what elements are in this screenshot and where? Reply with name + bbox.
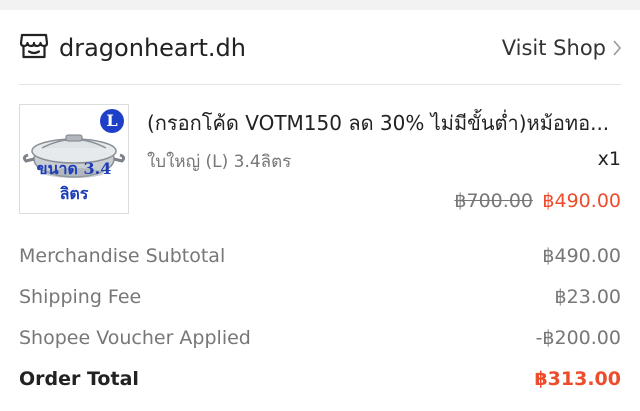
chevron-right-icon (612, 34, 622, 62)
product-quantity: x1 (597, 148, 621, 170)
shop-icon (19, 32, 49, 60)
summary-value: ฿23.00 (554, 286, 621, 308)
summary-row-voucher: Shopee Voucher Applied -฿200.00 (19, 318, 621, 359)
summary-value: -฿200.00 (535, 327, 621, 349)
product-title[interactable]: (กรอกโค้ด VOTM150 ลด 30% ไม่มีขั้นต่ำ)หม… (147, 107, 621, 139)
summary-label: Shopee Voucher Applied (19, 327, 251, 349)
summary-row-shipping: Shipping Fee ฿23.00 (19, 277, 621, 318)
order-total-value: ฿313.00 (534, 368, 621, 390)
shop-name[interactable]: dragonheart.dh (59, 34, 246, 62)
size-badge: L (100, 109, 124, 133)
top-separator-band (0, 0, 640, 10)
visit-shop-label: Visit Shop (501, 36, 606, 60)
visit-shop-link[interactable]: Visit Shop (502, 34, 622, 62)
summary-label: Shipping Fee (19, 286, 142, 308)
shop-header: dragonheart.dh Visit Shop (0, 10, 640, 84)
thumbnail-caption: ขนาด 3.4 ลิตร (36, 159, 112, 203)
order-total-label: Order Total (19, 368, 139, 390)
product-thumbnail[interactable]: L ขนาด 3.4 ลิตร (19, 104, 129, 214)
summary-label: Merchandise Subtotal (19, 245, 226, 267)
summary-row-subtotal: Merchandise Subtotal ฿490.00 (19, 236, 621, 277)
order-summary: Merchandise Subtotal ฿490.00 Shipping Fe… (19, 236, 621, 400)
product-item[interactable]: L ขนาด 3.4 ลิตร (กรอกโค้ด VOTM150 ลด 30%… (0, 85, 640, 225)
summary-row-total: Order Total ฿313.00 (19, 359, 621, 400)
original-price: ฿700.00 (454, 190, 533, 212)
product-variant: ใบใหญ่ (L) 3.4ลิตร (147, 152, 292, 172)
sale-price: ฿490.00 (542, 190, 621, 212)
summary-value: ฿490.00 (542, 245, 621, 267)
